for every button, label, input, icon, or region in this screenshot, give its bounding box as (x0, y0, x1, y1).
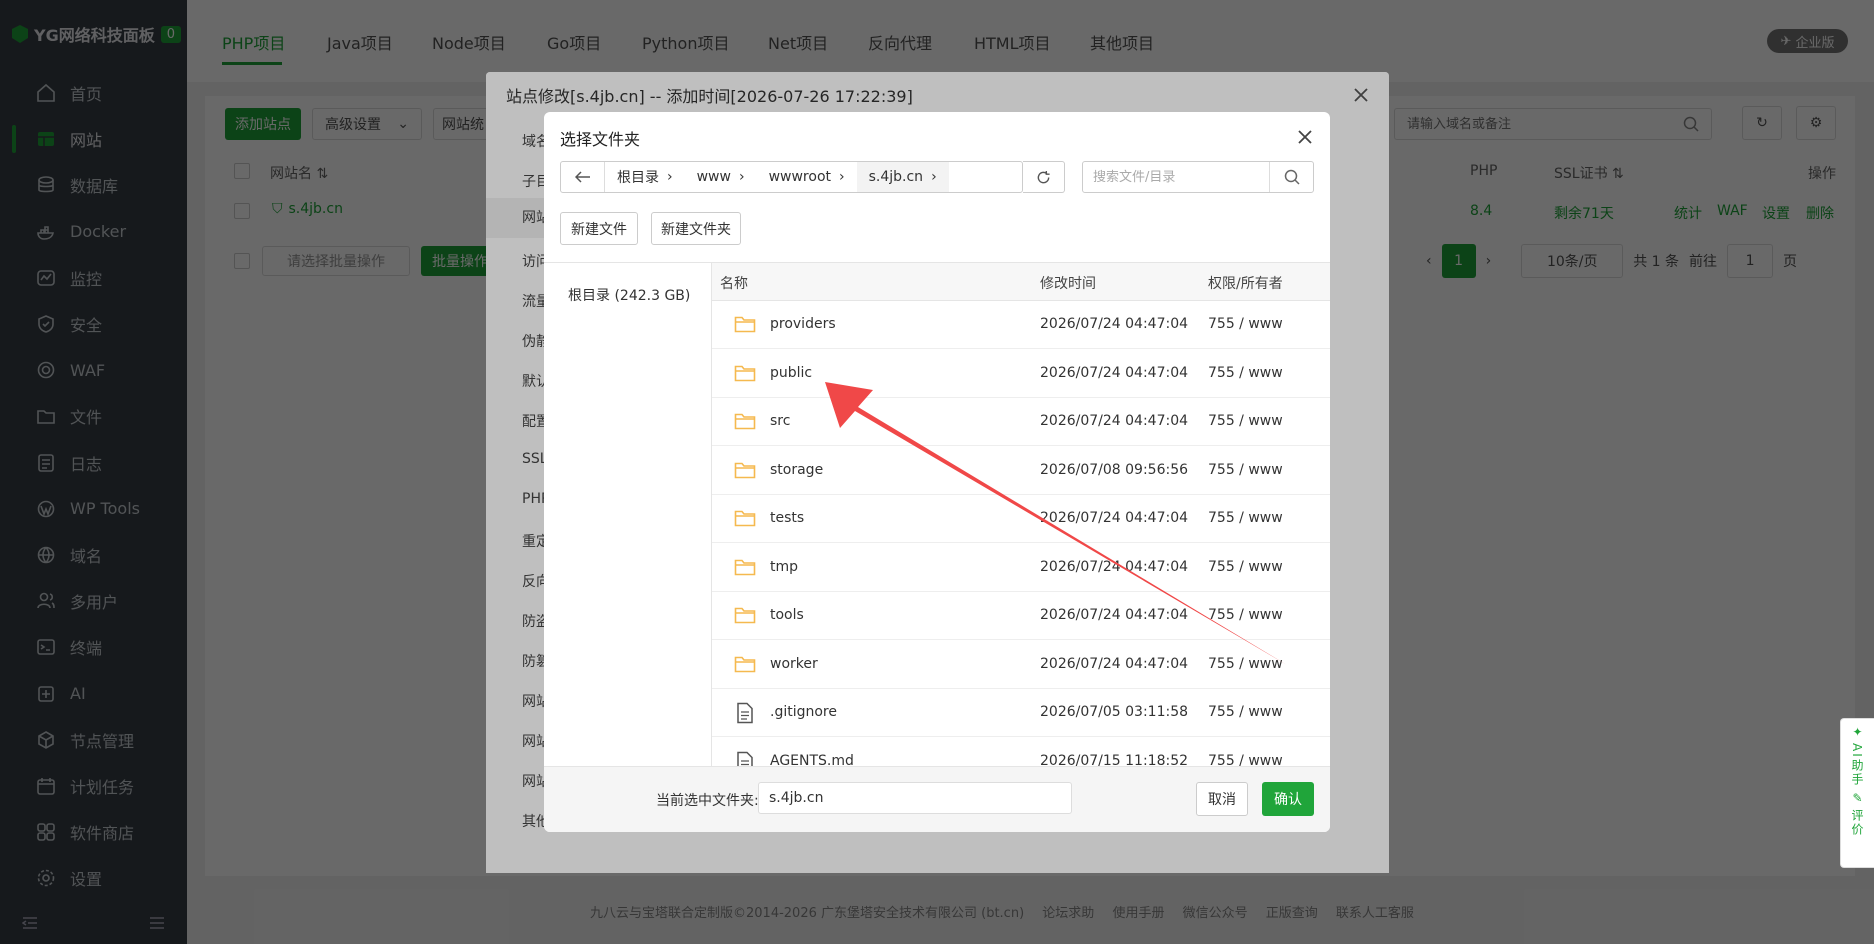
refresh-path-button[interactable] (1023, 161, 1065, 193)
folder-picker-dialog: 选择文件夹 根目录› www› wwwroot› s.4jb.cn› 新建文件 … (544, 112, 1330, 832)
file-mtime: 2026/07/24 04:47:04 (1040, 558, 1189, 575)
back-arrow-icon[interactable] (561, 162, 605, 192)
file-name: public (770, 364, 813, 381)
file-name: providers (770, 316, 836, 332)
chevron-right-icon: › (738, 169, 745, 185)
crumb-www-label: www (696, 169, 731, 185)
folder-icon (734, 557, 756, 577)
new-file-button[interactable]: 新建文件 (560, 212, 638, 245)
file-mtime: 2026/07/24 04:47:04 (1040, 607, 1189, 623)
col-name[interactable]: 名称 (720, 273, 748, 293)
folder-icon (734, 363, 756, 383)
file-mtime: 2026/07/24 04:47:04 (1040, 510, 1189, 526)
file-row[interactable]: src 2026/07/24 04:47:04 755 / www (712, 398, 1330, 446)
file-row[interactable]: tests 2026/07/24 04:47:04 755 / www (712, 495, 1330, 543)
file-table: 名称 修改时间 权限/所有者 providers 2026/07/24 04:47… (712, 262, 1330, 766)
file-perm: 755 / www (1208, 607, 1283, 623)
file-perm: 755 / www (1208, 510, 1283, 526)
crumb-wwwroot[interactable]: wwwroot › (757, 162, 857, 192)
file-perm: 755 / www (1208, 704, 1283, 720)
new-folder-button[interactable]: 新建文件夹 (651, 212, 741, 245)
file-mtime: 2026/07/24 04:47:04 (1040, 413, 1189, 429)
file-perm: 755 / www (1208, 461, 1283, 478)
crumb-www[interactable]: www › (685, 162, 757, 192)
file-perm: 755 / www (1208, 558, 1283, 575)
file-row[interactable]: providers 2026/07/24 04:47:04 755 / www (712, 301, 1330, 349)
file-mtime: 2026/07/05 03:11:58 (1040, 704, 1189, 720)
edit-icon: ✎ (1852, 790, 1863, 805)
folder-icon (734, 605, 756, 625)
file-mtime: 2026/07/24 04:47:04 (1040, 364, 1189, 381)
folder-icon (734, 460, 756, 480)
crumb-site[interactable]: s.4jb.cn › (856, 162, 949, 192)
ai-sparkle-icon: ✦ (1852, 725, 1863, 739)
file-row[interactable]: AGENTS.md 2026/07/15 11:18:52 755 / www (712, 738, 1330, 767)
cancel-button[interactable]: 取消 (1196, 782, 1248, 816)
folder-icon (734, 314, 756, 334)
file-mtime: 2026/07/15 11:18:52 (1040, 752, 1189, 767)
file-mtime: 2026/07/08 09:56:56 (1040, 461, 1189, 478)
confirm-button[interactable]: 确认 (1262, 782, 1314, 816)
file-row[interactable]: tools 2026/07/24 04:47:04 755 / www (712, 592, 1330, 640)
file-name: .gitignore (770, 704, 837, 720)
file-row[interactable]: public 2026/07/24 04:47:04 755 / www (712, 350, 1330, 398)
file-perm: 755 / www (1208, 316, 1283, 332)
chevron-right-icon: › (931, 169, 937, 185)
file-row[interactable]: worker 2026/07/24 04:47:04 755 / www (712, 641, 1330, 689)
folder-icon (734, 411, 756, 431)
file-name: AGENTS.md (770, 752, 854, 767)
file-name: worker (770, 655, 818, 672)
file-name: storage (770, 461, 824, 478)
current-folder-input[interactable] (758, 782, 1072, 814)
col-perm[interactable]: 权限/所有者 (1208, 273, 1283, 293)
file-name: tools (770, 607, 804, 623)
file-mtime: 2026/07/24 04:47:04 (1040, 316, 1189, 332)
file-perm: 755 / www (1208, 752, 1283, 767)
drive-list: 根目录 (242.3 GB) (544, 262, 712, 766)
ai-assistant-label: AI助手 (1850, 743, 1864, 787)
folder-icon (734, 654, 756, 674)
search-icon[interactable] (1269, 162, 1313, 192)
file-perm: 755 / www (1208, 364, 1283, 381)
folder-picker-footer: 当前选中文件夹: 取消 确认 (544, 766, 1330, 832)
crumb-root-label: 根目录 (617, 170, 659, 186)
chevron-right-icon: › (839, 169, 845, 185)
file-mtime: 2026/07/24 04:47:04 (1040, 655, 1189, 672)
drive-root[interactable]: 根目录 (242.3 GB) (568, 285, 690, 305)
file-row[interactable]: .gitignore 2026/07/05 03:11:58 755 / www (712, 689, 1330, 737)
review-label[interactable]: 评价 (1849, 809, 1866, 837)
file-name: src (770, 413, 791, 429)
folder-icon (734, 508, 756, 528)
file-row[interactable]: tmp 2026/07/24 04:47:04 755 / www (712, 544, 1330, 592)
file-icon (734, 751, 756, 766)
file-perm: 755 / www (1208, 655, 1283, 672)
crumb-site-label: s.4jb.cn (868, 169, 924, 185)
file-search (1082, 161, 1314, 193)
refresh-icon (1036, 170, 1051, 185)
file-icon (734, 702, 756, 724)
file-search-input[interactable] (1083, 162, 1269, 192)
ai-assistant-float[interactable]: ✦ AI助手 ✎ 评价 (1840, 718, 1874, 868)
file-perm: 755 / www (1208, 413, 1283, 429)
path-bar: 根目录 › www › wwwroot › s.4jb.cn › (560, 161, 1023, 193)
file-name: tmp (770, 558, 799, 575)
crumb-root[interactable]: 根目录 › (605, 162, 685, 192)
chevron-right-icon: › (667, 169, 673, 185)
current-folder-label: 当前选中文件夹: (656, 793, 759, 809)
col-mtime[interactable]: 修改时间 (1040, 273, 1096, 293)
close-icon[interactable] (1294, 126, 1316, 148)
file-row[interactable]: storage 2026/07/08 09:56:56 755 / www (712, 447, 1330, 495)
file-table-header: 名称 修改时间 权限/所有者 (712, 263, 1330, 301)
crumb-wwwroot-label: wwwroot (768, 169, 831, 185)
file-name: tests (770, 510, 805, 526)
folder-picker-title: 选择文件夹 (560, 130, 641, 149)
